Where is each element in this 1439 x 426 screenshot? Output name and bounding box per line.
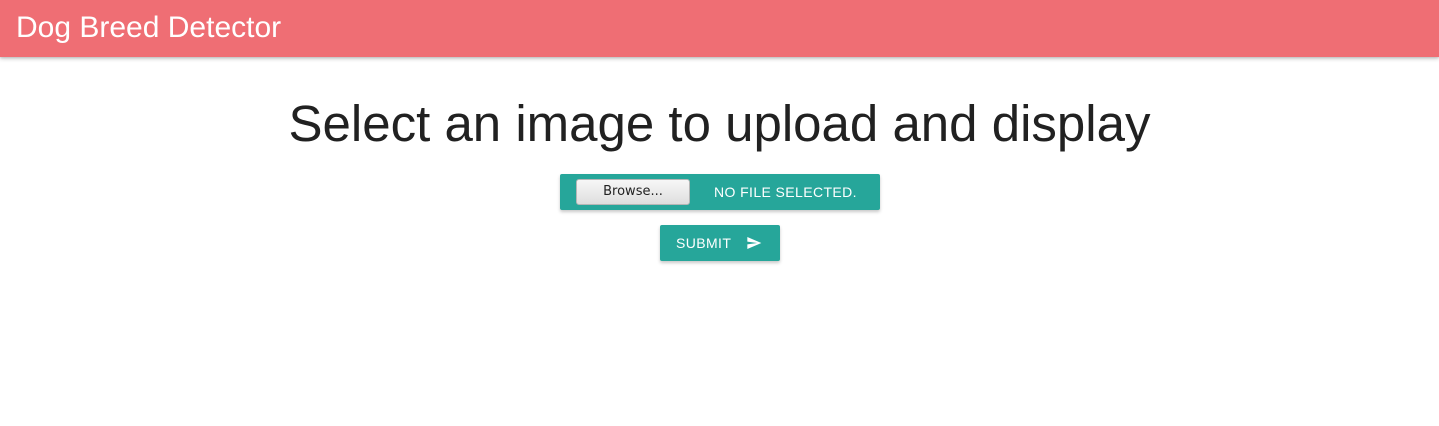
- submit-label: SUBMIT: [676, 235, 732, 251]
- page-title: Select an image to upload and display: [288, 95, 1151, 152]
- browse-button[interactable]: Browse...: [576, 179, 690, 205]
- submit-button[interactable]: SUBMIT: [660, 225, 780, 261]
- navbar: Dog Breed Detector: [0, 0, 1439, 57]
- main-content: Select an image to upload and display Br…: [0, 57, 1439, 426]
- send-icon: [747, 237, 762, 249]
- brand-logo[interactable]: Dog Breed Detector: [16, 10, 281, 46]
- file-input[interactable]: Browse... NO FILE SELECTED.: [560, 174, 880, 210]
- file-status-label: NO FILE SELECTED.: [714, 184, 857, 200]
